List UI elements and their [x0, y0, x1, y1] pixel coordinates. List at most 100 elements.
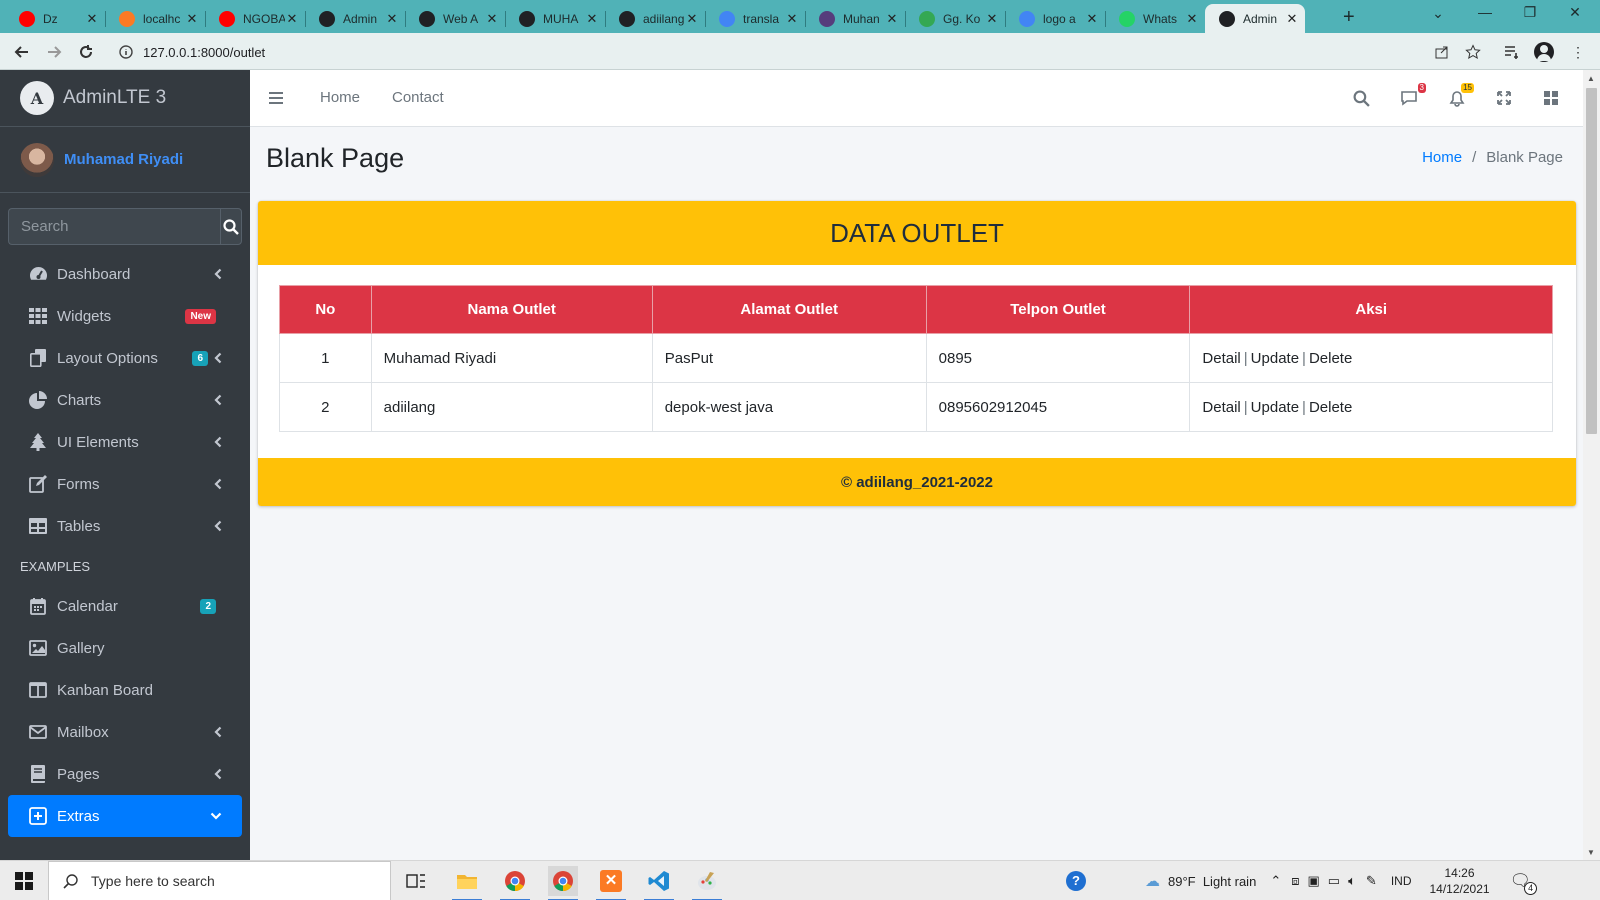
browser-tab[interactable]: Web A ✕ [405, 4, 506, 33]
update-link[interactable]: Update [1251, 350, 1299, 367]
bookmark-star-icon[interactable] [1463, 42, 1483, 62]
url-text[interactable]: 127.0.0.1:8000/outlet [143, 45, 265, 60]
back-icon[interactable] [12, 42, 32, 62]
tray-display-icon[interactable]: ▣ [1308, 873, 1320, 889]
tab-close-icon[interactable]: ✕ [1085, 11, 1099, 27]
sidebar-item-forms[interactable]: Forms [0, 463, 242, 505]
tab-close-icon[interactable]: ✕ [1185, 11, 1199, 27]
scroll-down-arrow-icon[interactable]: ▼ [1587, 848, 1595, 857]
browser-tab[interactable]: NGOBA ✕ [205, 4, 306, 33]
network-icon[interactable]: ▭ [1328, 873, 1340, 889]
sidebar-item-widgets[interactable]: Widgets New [0, 295, 242, 337]
tab-close-icon[interactable]: ✕ [385, 11, 399, 27]
brand-link[interactable]: A AdminLTE 3 [0, 70, 250, 127]
profile-avatar-icon[interactable] [1534, 42, 1554, 62]
action-center-icon[interactable]: 🗨︎ 4 [1510, 871, 1538, 895]
delete-link[interactable]: Delete [1309, 350, 1352, 367]
outlet-address: PasPut [651, 333, 927, 383]
tab-close-icon[interactable]: ✕ [1285, 11, 1299, 27]
browser-tab[interactable]: Admin ✕ [305, 4, 406, 33]
messages-icon[interactable]: 3 [1398, 83, 1426, 109]
sidebar-item-tables[interactable]: Tables [0, 505, 242, 547]
fullscreen-icon[interactable] [1493, 87, 1515, 109]
browser-tab[interactable]: localhc ✕ [105, 4, 206, 33]
browser-tab[interactable]: Whats ✕ [1105, 4, 1206, 33]
browser-menu-icon[interactable]: ⋮ [1568, 42, 1588, 62]
nav-contact-link[interactable]: Contact [392, 89, 444, 106]
tab-close-icon[interactable]: ✕ [885, 11, 899, 27]
reading-list-icon[interactable] [1502, 42, 1522, 62]
language-indicator[interactable]: IND [1391, 874, 1412, 888]
nav-home-link[interactable]: Home [320, 89, 360, 106]
chrome-icon[interactable] [500, 866, 530, 900]
browser-tab[interactable]: logo a ✕ [1005, 4, 1106, 33]
tab-close-icon[interactable]: ✕ [85, 11, 99, 27]
share-icon[interactable] [1432, 42, 1452, 62]
tab-search-icon[interactable]: ⌄ [1418, 5, 1458, 22]
restore-button[interactable]: ❐ [1510, 4, 1550, 21]
sidebar-item-layout-options[interactable]: Layout Options 6 [0, 337, 242, 379]
pen-icon[interactable]: ✎ [1366, 873, 1377, 889]
sidebar-item-extras[interactable]: Extras [8, 795, 242, 837]
browser-tab[interactable]: Admin ✕ [1205, 4, 1305, 33]
browser-tab[interactable]: adiilang ✕ [605, 4, 706, 33]
sidebar-item-kanban-board[interactable]: Kanban Board [0, 669, 242, 711]
tab-close-icon[interactable]: ✕ [485, 11, 499, 27]
vscode-icon[interactable] [644, 866, 674, 900]
user-name-link[interactable]: Muhamad Riyadi [64, 151, 183, 168]
breadcrumb-home-link[interactable]: Home [1422, 149, 1462, 166]
page-scrollbar[interactable]: ▲ ▼ [1583, 70, 1600, 860]
minimize-button[interactable]: — [1465, 4, 1505, 20]
chrome-profile-icon[interactable] [548, 866, 578, 900]
scrollbar-thumb[interactable] [1586, 88, 1597, 434]
browser-tab[interactable]: Dz ✕ [5, 4, 106, 33]
search-icon[interactable] [1350, 87, 1372, 109]
hamburger-menu-icon[interactable] [265, 87, 287, 109]
windows-start-icon[interactable] [9, 866, 39, 896]
volume-icon[interactable]: 🔈︎ [1348, 873, 1356, 889]
sidebar-item-ui-elements[interactable]: UI Elements [0, 421, 242, 463]
task-view-icon[interactable] [401, 866, 431, 896]
detail-link[interactable]: Detail [1202, 399, 1240, 416]
notifications-bell-icon[interactable]: 15 [1446, 83, 1474, 109]
forward-icon[interactable] [44, 42, 64, 62]
sidebar-item-pages[interactable]: Pages [0, 753, 242, 795]
sidebar-item-charts[interactable]: Charts [0, 379, 242, 421]
tab-close-icon[interactable]: ✕ [785, 11, 799, 27]
sidebar-search-input[interactable] [8, 208, 220, 245]
detail-link[interactable]: Detail [1202, 350, 1240, 367]
xampp-icon[interactable]: ✕ [596, 866, 626, 900]
url-omnibox[interactable]: 127.0.0.1:8000/outlet [107, 38, 1498, 66]
browser-tab[interactable]: Muhan ✕ [805, 4, 906, 33]
weather-icon[interactable]: ☁ [1145, 872, 1160, 890]
tab-close-icon[interactable]: ✕ [985, 11, 999, 27]
sidebar-search-button[interactable] [220, 208, 242, 245]
weather-text[interactable]: 89°F Light rain [1168, 874, 1256, 889]
taskbar-search-box[interactable]: Type here to search [48, 861, 391, 900]
tab-close-icon[interactable]: ✕ [185, 11, 199, 27]
sidebar-item-dashboard[interactable]: Dashboard [0, 253, 242, 295]
browser-tab[interactable]: Gg. Ko ✕ [905, 4, 1006, 33]
sidebar-item-calendar[interactable]: Calendar 2 [0, 585, 242, 627]
clock[interactable]: 14:26 14/12/2021 [1429, 865, 1489, 897]
update-link[interactable]: Update [1251, 399, 1299, 416]
browser-tab[interactable]: MUHA ✕ [505, 4, 606, 33]
tab-close-icon[interactable]: ✕ [285, 11, 299, 27]
tab-close-icon[interactable]: ✕ [585, 11, 599, 27]
file-explorer-icon[interactable] [452, 866, 482, 900]
sidebar-item-gallery[interactable]: Gallery [0, 627, 242, 669]
sidebar-item-mailbox[interactable]: Mailbox [0, 711, 242, 753]
delete-link[interactable]: Delete [1309, 399, 1352, 416]
new-tab-button[interactable]: + [1343, 6, 1355, 29]
info-icon[interactable] [119, 45, 133, 59]
paint-icon[interactable] [692, 866, 722, 900]
control-sidebar-icon[interactable] [1540, 87, 1562, 109]
reload-icon[interactable] [76, 42, 96, 62]
tab-close-icon[interactable]: ✕ [685, 11, 699, 27]
help-icon[interactable]: ? [1061, 866, 1091, 896]
browser-tab[interactable]: transla ✕ [705, 4, 806, 33]
close-window-button[interactable]: ✕ [1555, 4, 1595, 21]
tray-chevron-up-icon[interactable]: ⌃ [1270, 873, 1281, 889]
scroll-up-arrow-icon[interactable]: ▲ [1587, 74, 1595, 83]
tray-app-icon[interactable]: ⧈ [1291, 873, 1299, 889]
